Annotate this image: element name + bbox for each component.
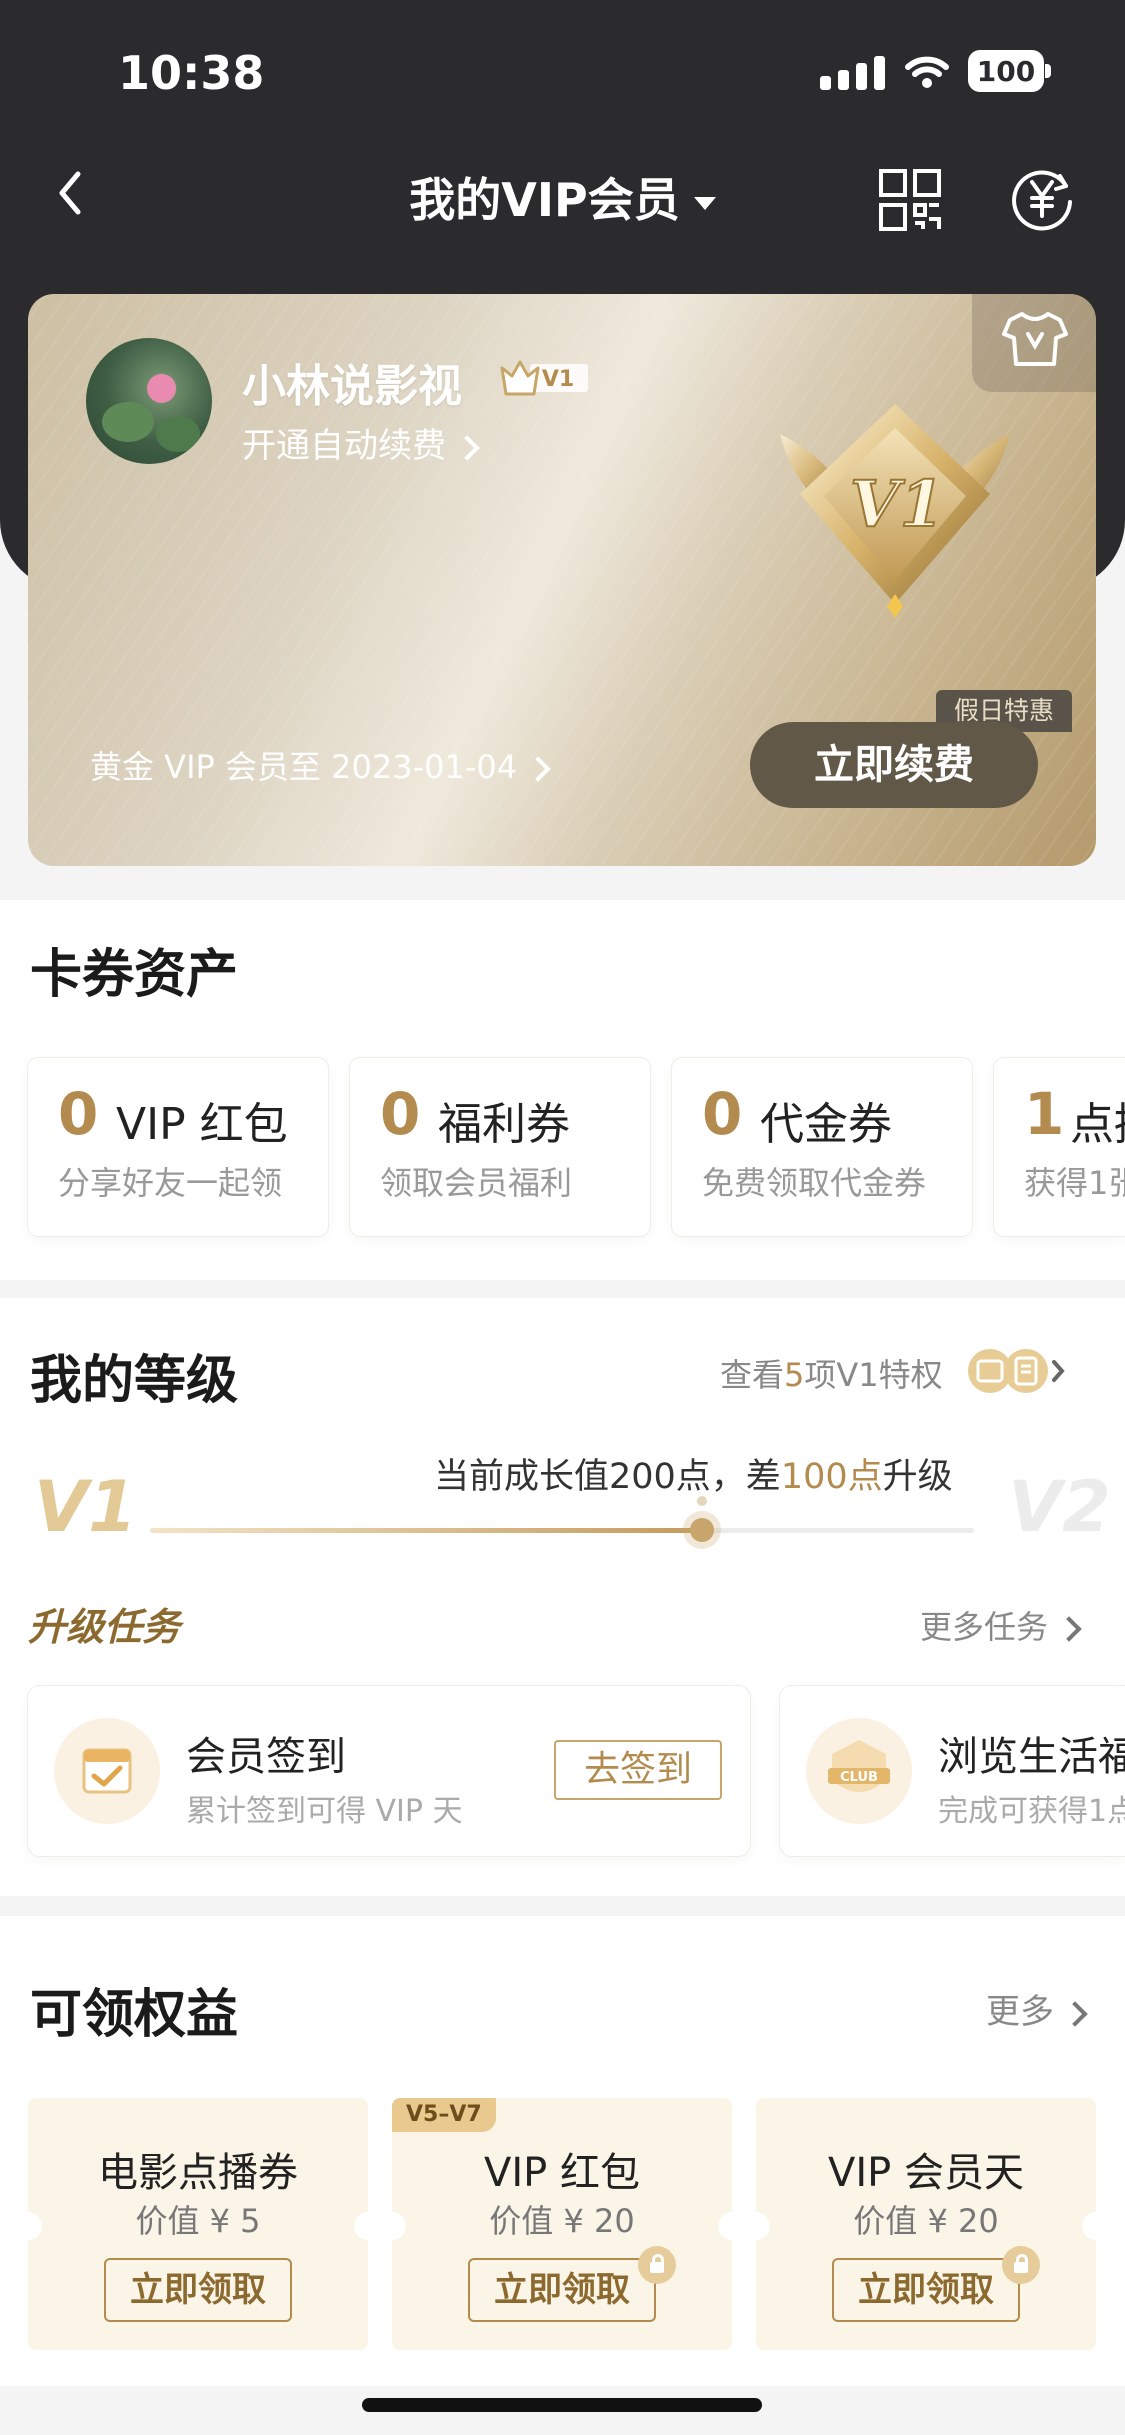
view-prefix: 查看 — [720, 1356, 785, 1394]
current-level-label: V1 — [34, 1466, 137, 1548]
task-card-browse-welfare[interactable]: CLUB 浏览生活福利 完成可获得1点 — [780, 1686, 1125, 1856]
growth-suffix: 升级 — [882, 1457, 953, 1497]
benefit-card-vip-days: VIP 会员天 价值 ¥ 20 立即领取 — [756, 2098, 1096, 2350]
chevron-right-icon — [1062, 2000, 1088, 2027]
chevron-right-icon — [1056, 1616, 1082, 1642]
benefits-title: 可领权益 — [30, 1985, 239, 2045]
nav-bar: 我的VIP会员 — [0, 150, 1125, 240]
nav-title: 我的VIP会员 — [409, 173, 680, 227]
lock-icon — [1002, 2246, 1040, 2284]
battery-icon: 100 — [968, 50, 1051, 92]
username: 小林说影视 — [242, 361, 462, 412]
task-card-checkin: 会员签到 累计签到可得 VIP 天 去签到 — [28, 1686, 750, 1856]
wifi-icon — [905, 56, 949, 88]
asset-card-vip-redpacket[interactable]: 0 VIP 红包 分享好友一起领 — [28, 1058, 328, 1236]
asset-name: 代金券 — [760, 1099, 892, 1150]
battery-level: 100 — [976, 55, 1036, 88]
benefit-name: VIP 会员天 — [828, 2150, 1024, 2196]
status-bar: 10:38 100 — [0, 0, 1125, 140]
privilege-icons — [968, 1349, 1065, 1393]
more-tasks-link[interactable]: 更多任务 — [920, 1602, 1082, 1648]
v1-level-medal: V1 — [780, 404, 1010, 618]
asset-name: VIP 红包 — [116, 1099, 288, 1150]
calendar-check-icon — [54, 1718, 160, 1824]
benefit-value: 价值 ¥ 20 — [489, 2202, 635, 2240]
expiry-link[interactable]: 黄金 VIP 会员至 2023-01-04 — [90, 742, 551, 788]
level-title: 我的等级 — [30, 1351, 239, 1411]
home-indicator — [362, 2398, 762, 2412]
status-time: 10:38 — [118, 46, 265, 100]
level-badge-text: V1 — [542, 367, 574, 392]
task-desc: 完成可获得1点 — [938, 1794, 1125, 1829]
view-suffix: 项V1特权 — [804, 1356, 943, 1394]
auto-renew-link[interactable]: 开通自动续费 — [242, 418, 480, 467]
growth-gap: 100点 — [780, 1457, 883, 1497]
medal-level-text: V1 — [850, 467, 944, 542]
level-progress-track — [150, 1528, 974, 1533]
growth-prefix: 当前成长值200点，差 — [434, 1457, 781, 1497]
task-desc: 累计签到可得 VIP 天 — [186, 1794, 463, 1829]
level-range-tag: V5–V7 — [392, 2098, 496, 2132]
currency-exchange-icon[interactable] — [1008, 164, 1076, 232]
benefit-name: VIP 红包 — [484, 2150, 640, 2196]
upgrade-tasks-title: 升级任务 — [28, 1605, 181, 1649]
benefit-card-movie-coupon: 电影点播券 价值 ¥ 5 立即领取 — [28, 2098, 368, 2350]
task-name: 浏览生活福利 — [938, 1734, 1125, 1780]
privilege-count: 5 — [784, 1356, 805, 1394]
next-level-label: V2 — [1008, 1466, 1111, 1548]
asset-desc: 免费领取代金券 — [702, 1164, 927, 1202]
assets-title: 卡券资产 — [30, 945, 239, 1005]
asset-card-welfare-coupon[interactable]: 0 福利券 领取会员福利 — [350, 1058, 650, 1236]
benefit-card-vip-redpacket: V5–V7 VIP 红包 价值 ¥ 20 立即领取 — [392, 2098, 732, 2350]
asset-desc: 获得1张 — [1024, 1164, 1125, 1202]
view-privileges-link[interactable]: 查看5项V1特权 — [720, 1350, 943, 1396]
asset-card-ondemand[interactable]: 1 点播 获得1张 — [994, 1058, 1125, 1236]
more-benefits-label: 更多 — [986, 1992, 1054, 2032]
signal-icon — [820, 54, 885, 90]
chevron-right-icon — [454, 434, 480, 461]
asset-count: 1 — [1024, 1080, 1065, 1148]
check-in-button[interactable]: 去签到 — [554, 1740, 722, 1800]
benefit-name: 电影点播券 — [98, 2150, 298, 2196]
more-benefits-link[interactable]: 更多 — [986, 1984, 1088, 2033]
chevron-right-icon — [525, 756, 551, 782]
asset-count: 0 — [380, 1080, 421, 1148]
auto-renew-label: 开通自动续费 — [242, 426, 446, 466]
asset-count: 0 — [702, 1080, 743, 1148]
vip-membership-card: 小林说影视 V1 开通自动续费 V1 黄金 VIP 会员至 2023-01-04… — [28, 294, 1096, 866]
benefit-value: 价值 ¥ 20 — [853, 2202, 999, 2240]
benefit-value: 价值 ¥ 5 — [135, 2202, 261, 2240]
asset-count: 0 — [58, 1080, 99, 1148]
club-icon-text: CLUB — [840, 1770, 878, 1785]
growth-value-text: 当前成长值200点，差100点升级 — [434, 1448, 953, 1499]
tshirt-icon — [1002, 312, 1068, 366]
claim-button[interactable]: 立即领取 — [832, 2258, 1020, 2322]
asset-desc: 领取会员福利 — [380, 1164, 573, 1202]
qr-code-icon[interactable] — [878, 168, 942, 232]
level-progress-knob — [690, 1518, 715, 1542]
level-progress-fill — [150, 1528, 703, 1533]
claim-button[interactable]: 立即领取 — [104, 2258, 292, 2322]
level-crown-badge: V1 — [500, 360, 588, 396]
avatar[interactable] — [86, 338, 212, 464]
renew-now-button[interactable]: 立即续费 — [750, 722, 1038, 808]
tshirt-icon-button[interactable] — [972, 294, 1096, 392]
lock-icon — [638, 2246, 676, 2284]
nav-title-dropdown[interactable]: 我的VIP会员 — [0, 164, 1125, 230]
asset-desc: 分享好友一起领 — [58, 1164, 283, 1202]
expiry-text: 黄金 VIP 会员至 2023-01-04 — [90, 748, 518, 786]
more-tasks-label: 更多任务 — [920, 1608, 1049, 1646]
claim-button[interactable]: 立即领取 — [468, 2258, 656, 2322]
asset-card-voucher[interactable]: 0 代金券 免费领取代金券 — [672, 1058, 972, 1236]
asset-name: 点播 — [1070, 1099, 1125, 1150]
club-badge-icon: CLUB — [806, 1718, 912, 1824]
task-name: 会员签到 — [186, 1734, 346, 1780]
caret-down-icon — [693, 197, 716, 210]
asset-name: 福利券 — [438, 1099, 570, 1150]
